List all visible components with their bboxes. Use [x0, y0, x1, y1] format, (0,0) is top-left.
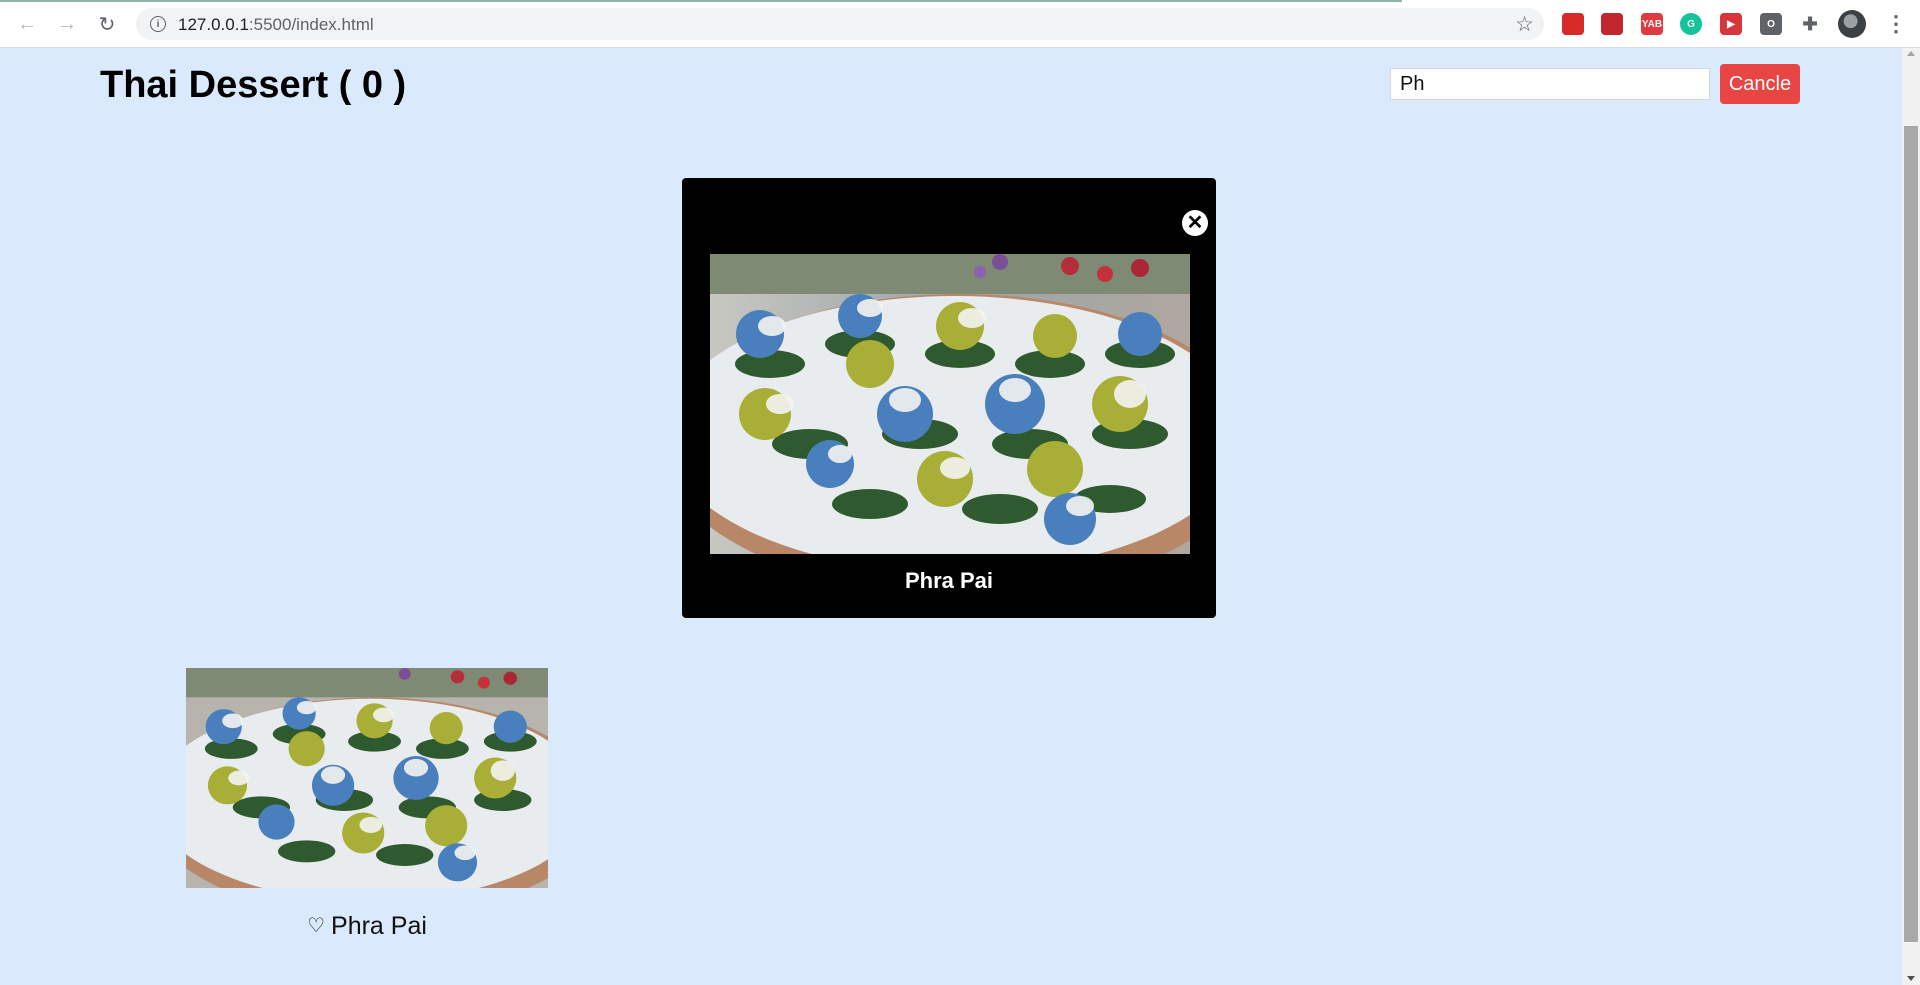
grammarly-extension-icon[interactable]: G	[1680, 13, 1702, 35]
heart-icon[interactable]: ♡	[307, 915, 325, 937]
dessert-card-caption: ♡ Phra Pai	[186, 912, 548, 941]
site-info-icon[interactable]: i	[150, 16, 166, 32]
browser-toolbar: ← → ↻ i 127.0.0.1:5500/index.html ☆ YAB G…	[0, 0, 1920, 48]
modal-caption: Phra Pai	[904, 568, 994, 593]
reload-icon[interactable]: ↻	[93, 10, 121, 38]
back-arrow-icon[interactable]: ←	[13, 10, 41, 38]
browser-menu-icon[interactable]: ⋮	[1885, 10, 1907, 38]
address-bar[interactable]: i 127.0.0.1:5500/index.html ☆	[136, 8, 1544, 40]
close-icon[interactable]: ✕	[1182, 210, 1208, 236]
screen-extension-icon[interactable]: O	[1760, 13, 1782, 35]
cancel-button[interactable]: Cancle	[1720, 64, 1800, 104]
dessert-modal: ✕ Phra Pai	[682, 178, 1216, 618]
forward-arrow-icon[interactable]: →	[53, 10, 81, 38]
url-path: :5500/index.html	[248, 15, 374, 34]
dessert-photo	[710, 254, 1190, 554]
puzzle-extension-icon[interactable]: ✚	[1799, 13, 1821, 35]
modal-dessert-image	[710, 254, 1190, 554]
url-host: 127.0.0.1	[178, 15, 249, 34]
dessert-name: Phra Pai	[331, 912, 427, 940]
search-input[interactable]	[1390, 68, 1710, 100]
bookmark-star-icon[interactable]: ☆	[1515, 12, 1534, 37]
url-text[interactable]: 127.0.0.1:5500/index.html	[178, 15, 374, 35]
profile-avatar[interactable]	[1838, 10, 1866, 38]
yab-extension-icon[interactable]: YAB	[1641, 13, 1663, 35]
scroll-up-arrow-icon[interactable]	[1907, 51, 1915, 56]
adblock-extension-icon[interactable]	[1562, 13, 1584, 35]
page-load-progress	[0, 0, 1402, 2]
video-extension-icon[interactable]: ▶	[1720, 13, 1742, 35]
page-scrollbar[interactable]	[1902, 48, 1920, 985]
pdf-extension-icon[interactable]	[1601, 13, 1623, 35]
page-title: Thai Dessert ( 0 )	[100, 64, 407, 106]
scrollbar-thumb[interactable]	[1904, 126, 1918, 942]
scroll-down-arrow-icon[interactable]	[1907, 976, 1915, 981]
dessert-card-image[interactable]	[186, 668, 548, 888]
card-dessert-photo	[186, 668, 548, 888]
